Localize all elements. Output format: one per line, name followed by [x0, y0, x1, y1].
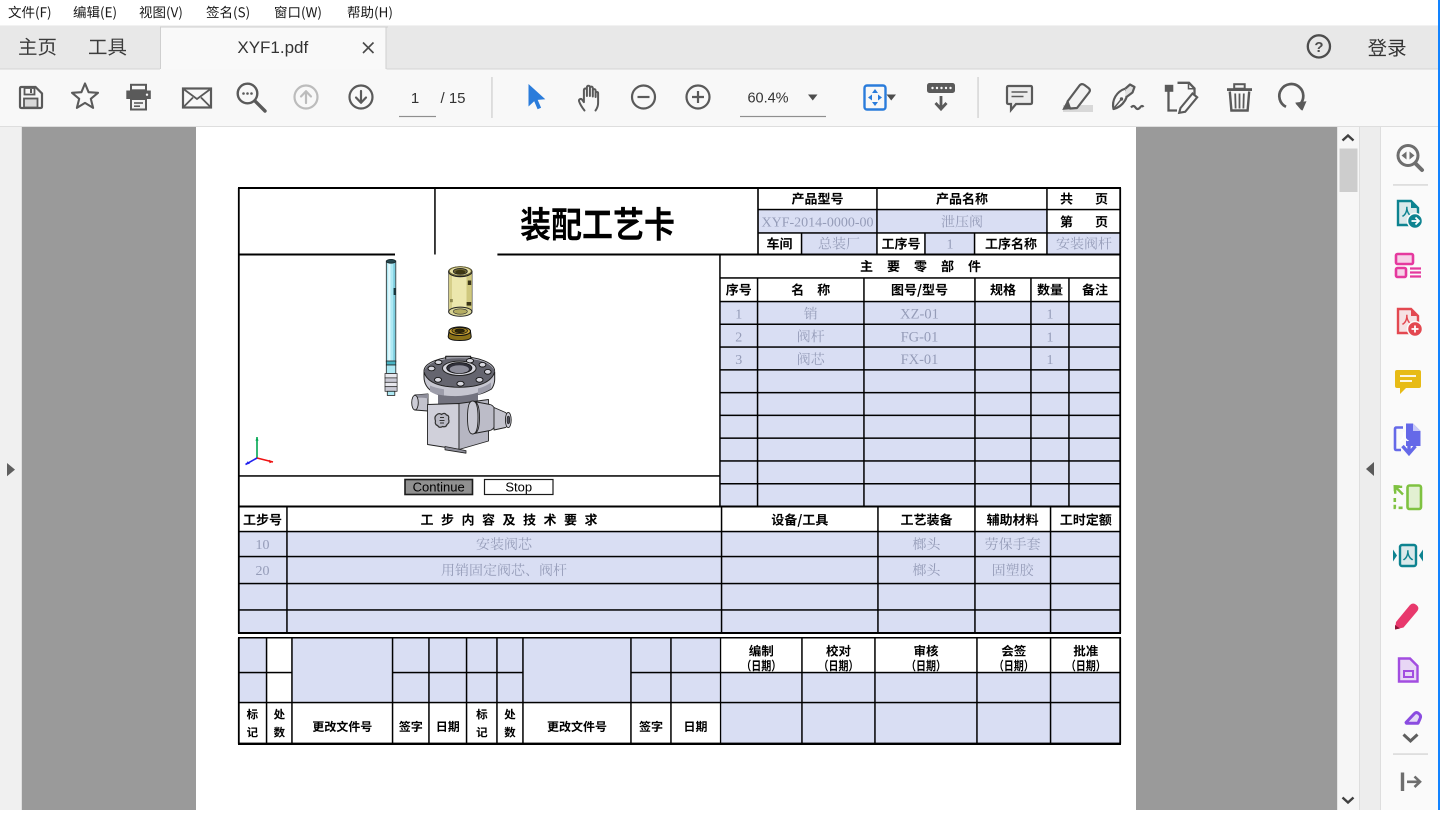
- svg-text:XYF1.pdf: XYF1.pdf: [237, 38, 308, 57]
- svg-text:1: 1: [411, 90, 419, 107]
- svg-text:1: 1: [735, 308, 742, 323]
- svg-text:/ 15: / 15: [440, 90, 465, 107]
- svg-text:10: 10: [256, 538, 270, 553]
- svg-text:20: 20: [256, 564, 270, 579]
- svg-text:1: 1: [1047, 330, 1054, 345]
- svg-text:XZ-01: XZ-01: [900, 307, 939, 323]
- svg-text:1: 1: [1047, 308, 1054, 323]
- svg-text:60.4%: 60.4%: [747, 91, 788, 107]
- svg-text:1: 1: [1047, 353, 1054, 368]
- svg-text:?: ?: [1314, 39, 1323, 56]
- svg-text:3: 3: [735, 353, 742, 368]
- svg-text:FG-01: FG-01: [901, 329, 939, 345]
- svg-text:FX-01: FX-01: [901, 352, 939, 368]
- svg-text:2: 2: [735, 330, 742, 345]
- svg-text:1: 1: [947, 238, 954, 253]
- svg-text:XYF-2014-0000-00: XYF-2014-0000-00: [762, 216, 874, 231]
- svg-text:Continue: Continue: [413, 480, 465, 495]
- svg-text:Stop: Stop: [505, 480, 532, 495]
